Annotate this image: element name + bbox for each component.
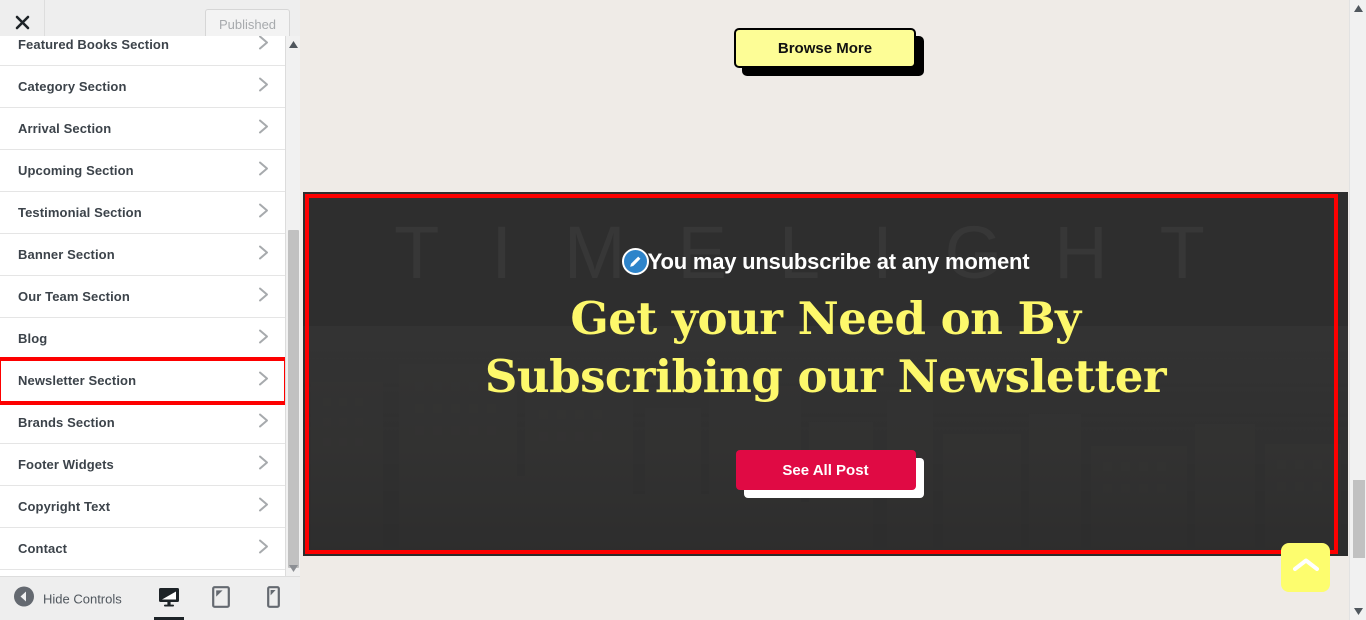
sidebar-item-newsletter-section[interactable]: Newsletter Section	[0, 357, 285, 405]
sidebar-item-label: Brands Section	[18, 415, 115, 430]
sidebar-item-label: Featured Books Section	[18, 37, 170, 52]
sidebar-item-label: Our Team Section	[18, 289, 130, 304]
collapse-left-icon	[14, 586, 34, 611]
preview-scrollbar[interactable]	[1349, 0, 1366, 620]
sidebar-item-label: Copyright Text	[18, 499, 111, 514]
sidebar-item-upcoming-section[interactable]: Upcoming Section	[0, 150, 285, 192]
sidebar-item-label: Footer Widgets	[18, 457, 114, 472]
newsletter-section-wrapper: TIMELIGHT You may unsubscribe at any mom…	[303, 192, 1348, 556]
customizer-panel: Published Featured Books Section Categor…	[0, 0, 300, 620]
chevron-right-icon	[258, 76, 269, 97]
chevron-right-icon	[258, 370, 269, 391]
sidebar-item-label: Category Section	[18, 79, 127, 94]
chevron-right-icon	[258, 286, 269, 307]
sidebar-item-label: Testimonial Section	[18, 205, 142, 220]
chevron-right-icon	[258, 244, 269, 265]
sidebar-item-testimonial-section[interactable]: Testimonial Section	[0, 192, 285, 234]
scroll-down-arrow-icon[interactable]	[1350, 603, 1366, 620]
see-all-post-label: See All Post	[782, 461, 869, 479]
publish-label: Published	[218, 16, 277, 32]
see-all-post-button[interactable]: See All Post	[735, 450, 916, 490]
section-list[interactable]: Featured Books Section Category Section …	[0, 36, 285, 576]
chevron-up-icon	[1292, 557, 1319, 578]
chevron-right-icon	[258, 328, 269, 349]
newsletter-content: You may unsubscribe at any moment Get yo…	[303, 192, 1348, 556]
chevron-right-icon	[258, 412, 269, 433]
publish-button[interactable]: Published	[205, 9, 290, 39]
sidebar-item-label: Banner Section	[18, 247, 115, 262]
newsletter-subtitle-row: You may unsubscribe at any moment	[303, 248, 1348, 275]
sidebar-scrollbar-thumb[interactable]	[288, 230, 299, 568]
sidebar-item-label: Upcoming Section	[18, 163, 134, 178]
hide-controls-label: Hide Controls	[43, 591, 122, 606]
scroll-up-arrow-icon[interactable]	[286, 36, 301, 52]
chevron-right-icon	[258, 202, 269, 223]
customizer-footer: Hide Controls	[0, 576, 300, 620]
browse-more-button-wrapper: Browse More	[734, 28, 924, 76]
sidebar-item-label: Arrival Section	[18, 121, 112, 136]
sidebar-item-label: Contact	[18, 541, 68, 556]
newsletter-section[interactable]: TIMELIGHT You may unsubscribe at any mom…	[303, 192, 1348, 556]
tablet-icon	[212, 585, 230, 613]
device-mobile-button[interactable]	[256, 577, 290, 620]
chevron-right-icon	[258, 454, 269, 475]
device-tablet-button[interactable]	[204, 577, 238, 620]
sidebar-item-contact[interactable]: Contact	[0, 528, 285, 570]
sidebar-item-banner-section[interactable]: Banner Section	[0, 234, 285, 276]
chevron-right-icon	[258, 36, 269, 55]
scroll-down-arrow-icon[interactable]	[286, 560, 301, 576]
chevron-right-icon	[258, 496, 269, 517]
customizer-screen: Published Featured Books Section Categor…	[0, 0, 1366, 620]
back-to-top-button[interactable]	[1281, 543, 1330, 592]
sidebar-item-our-team-section[interactable]: Our Team Section	[0, 276, 285, 318]
desktop-icon	[158, 587, 180, 612]
newsletter-title: Get your Need on By Subscribing our News…	[484, 292, 1167, 403]
sidebar-item-featured-books-section[interactable]: Featured Books Section	[0, 36, 285, 66]
sidebar-scrollbar[interactable]	[285, 36, 300, 576]
browse-more-label: Browse More	[777, 39, 873, 57]
sidebar-item-label: Newsletter Section	[18, 373, 137, 388]
sidebar-item-category-section[interactable]: Category Section	[0, 66, 285, 108]
sidebar-item-copyright-text[interactable]: Copyright Text	[0, 486, 285, 528]
device-preview-switcher	[152, 577, 290, 620]
chevron-right-icon	[258, 160, 269, 181]
sidebar-item-footer-widgets[interactable]: Footer Widgets	[0, 444, 285, 486]
chevron-right-icon	[258, 118, 269, 139]
see-all-post-wrapper: See All Post	[735, 450, 924, 498]
preview-scrollbar-thumb[interactable]	[1353, 480, 1365, 558]
sidebar-item-brands-section[interactable]: Brands Section	[0, 402, 285, 444]
scroll-up-arrow-icon[interactable]	[1350, 0, 1366, 17]
chevron-right-icon	[258, 538, 269, 559]
device-desktop-button[interactable]	[152, 577, 186, 620]
sidebar-item-arrival-section[interactable]: Arrival Section	[0, 108, 285, 150]
newsletter-subtitle: You may unsubscribe at any moment	[647, 248, 1030, 274]
browse-more-button[interactable]: Browse More	[734, 28, 916, 68]
pencil-edit-icon[interactable]	[621, 248, 649, 275]
site-preview: Browse More You may unsubscribe at any m…	[300, 0, 1366, 620]
sidebar-item-label: Blog	[18, 331, 48, 346]
mobile-icon	[266, 585, 280, 613]
sidebar-item-blog[interactable]: Blog	[0, 318, 285, 360]
hide-controls-button[interactable]: Hide Controls	[14, 586, 122, 611]
